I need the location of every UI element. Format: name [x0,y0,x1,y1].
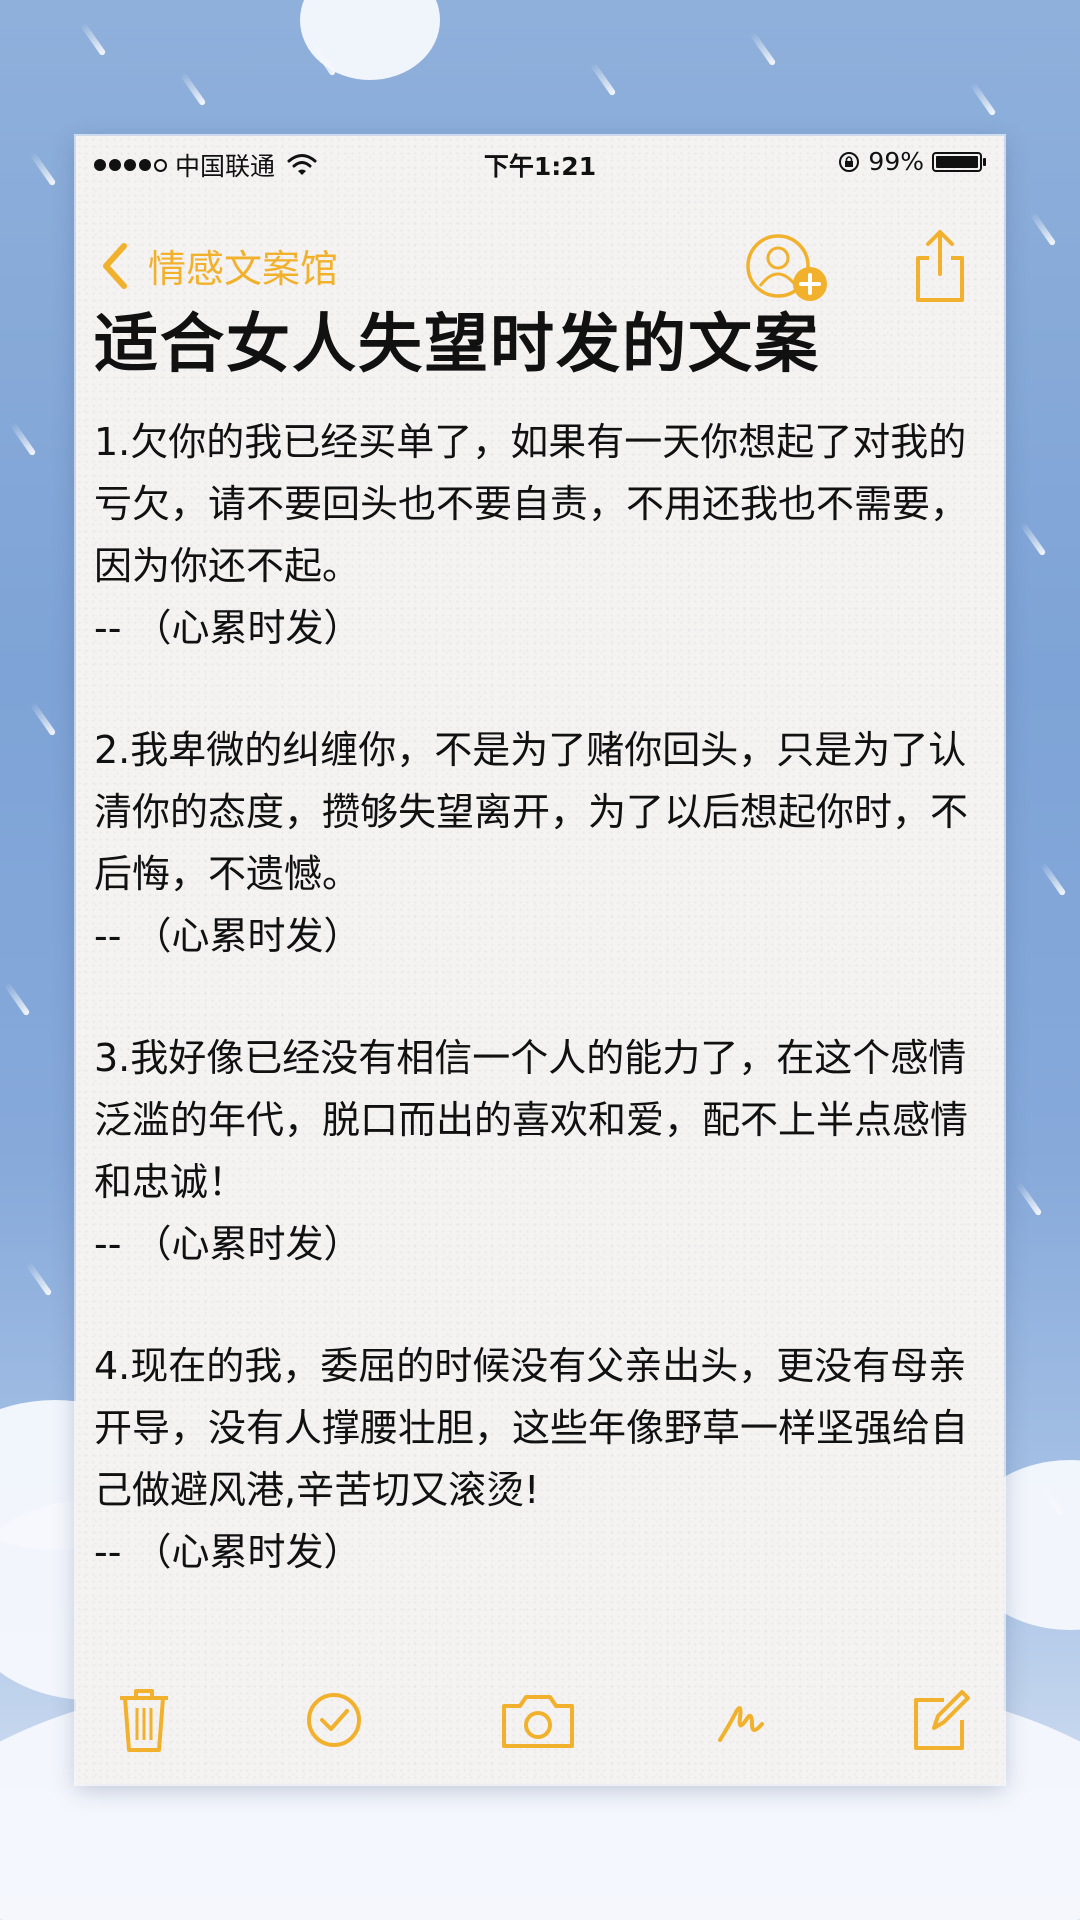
note-text: 1.欠你的我已经买单了，如果有一天你想起了对我的亏欠，请不要回头也不要自责，不用… [94,420,969,589]
status-bar: 中国联通 下午1:21 99% [76,136,1004,188]
note-content: 适合女人失望时发的文案 1.欠你的我已经买单了，如果有一天你想起了对我的亏欠，请… [94,304,994,1643]
note-item: 2.我卑微的纠缠你，不是为了赌你回头，只是为了认清你的态度，攒够失望离开，为了以… [94,719,994,967]
note-text: 4.现在的我，委屈的时候没有父亲出头，更没有母亲开导，没有人撑腰壮胆，这些年像野… [94,1344,969,1513]
battery-icon [932,151,986,172]
compose-icon[interactable] [910,1684,970,1754]
camera-icon[interactable] [500,1684,576,1754]
note-text: 3.我好像已经没有相信一个人的能力了，在这个感情泛滥的年代，脱口而出的喜欢和爱，… [94,1036,969,1205]
note-item: 3.我好像已经没有相信一个人的能力了，在这个感情泛滥的年代，脱口而出的喜欢和爱，… [94,1027,994,1275]
note-title: 适合女人失望时发的文案 [94,308,820,382]
chevron-left-icon [103,242,127,289]
add-person-icon[interactable] [744,232,834,310]
rotation-lock-icon [839,151,860,172]
phone-screen: 中国联通 下午1:21 99% 情感文案馆 适合女人失望时发的文案 1.欠你的我… [76,136,1004,1784]
note-signature: -- （心累时发） [94,914,362,959]
note-signature: -- （心累时发） [94,606,362,651]
share-icon[interactable] [912,228,968,304]
back-button[interactable]: 情感文案馆 [100,238,338,293]
note-signature: -- （心累时发） [94,1222,362,1267]
back-label: 情感文案馆 [148,247,339,291]
note-item: 4.现在的我，委屈的时候没有父亲出头，更没有母亲开导，没有人撑腰壮胆，这些年像野… [94,1335,994,1583]
checkmark-icon[interactable] [304,1684,364,1754]
note-signature: -- （心累时发） [94,1530,362,1575]
note-text: 2.我卑微的纠缠你，不是为了赌你回头，只是为了认清你的态度，攒够失望离开，为了以… [94,728,969,897]
status-right: 99% [838,147,988,176]
note-item: 1.欠你的我已经买单了，如果有一天你想起了对我的亏欠，请不要回头也不要自责，不用… [94,411,994,659]
bottom-toolbar [76,1634,1004,1784]
sketch-icon[interactable] [712,1684,772,1754]
battery-percent: 99% [868,147,924,176]
trash-icon[interactable] [114,1684,174,1754]
